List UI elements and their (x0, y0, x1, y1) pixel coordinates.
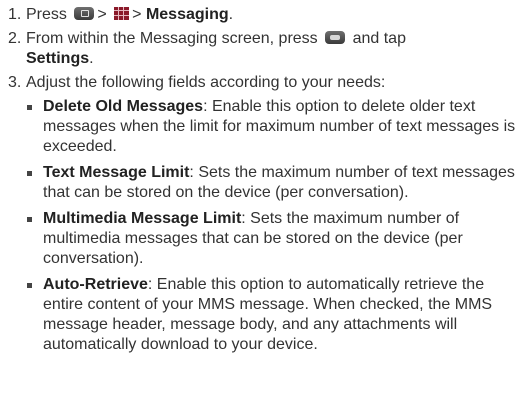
bullet (25, 275, 43, 355)
period: . (228, 6, 234, 23)
step-body: Press > > Messaging. (26, 5, 518, 25)
option-delete-old-messages: Delete Old Messages: Enable this option … (8, 97, 518, 157)
settings-label: Settings (26, 50, 90, 67)
bullet (25, 163, 43, 203)
option-multimedia-message-limit: Multimedia Message Limit: Sets the maxim… (8, 209, 518, 269)
home-key-icon (74, 7, 95, 20)
step-text: From within the Messaging screen, press (26, 30, 318, 47)
option-text: Delete Old Messages: Enable this option … (43, 97, 518, 157)
step-number: 1. (8, 6, 22, 23)
option-text: Multimedia Message Limit: Sets the maxim… (43, 209, 518, 269)
option-text: Text Message Limit: Sets the maximum num… (43, 163, 518, 203)
step-text: Press (26, 6, 67, 23)
step-text: and tap (352, 30, 406, 47)
step-body: Adjust the following fields according to… (26, 73, 518, 93)
option-text: Auto-Retrieve: Enable this option to aut… (43, 275, 518, 355)
step-number: 2. (8, 30, 22, 47)
option-name: Auto-Retrieve (43, 276, 148, 293)
separator: > (97, 6, 107, 23)
option-name: Text Message Limit (43, 164, 190, 181)
option-name: Multimedia Message Limit (43, 210, 242, 227)
bullet (25, 209, 43, 269)
bullet (25, 97, 43, 157)
option-name: Delete Old Messages (43, 98, 204, 115)
step-2: 2. From within the Messaging screen, pre… (8, 29, 518, 69)
separator: > (132, 6, 142, 23)
step-3: 3. Adjust the following fields according… (8, 73, 518, 93)
menu-key-icon (325, 31, 346, 44)
settings-option-list: Delete Old Messages: Enable this option … (8, 97, 518, 355)
step-body: From within the Messaging screen, press … (26, 29, 518, 69)
step-number: 3. (8, 74, 22, 91)
step-1: 1. Press > > Messaging. (8, 5, 518, 25)
instruction-document: 1. Press > > Messaging. 2. From within t… (8, 5, 518, 361)
applications-grid-icon (114, 7, 130, 20)
option-auto-retrieve: Auto-Retrieve: Enable this option to aut… (8, 275, 518, 355)
step-text: Adjust the following fields according to… (26, 74, 386, 91)
messaging-label: Messaging (145, 6, 229, 23)
option-text-message-limit: Text Message Limit: Sets the maximum num… (8, 163, 518, 203)
period: . (89, 50, 94, 67)
